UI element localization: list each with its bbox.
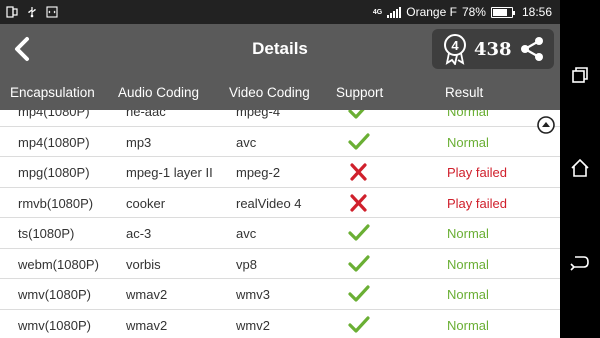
recents-button[interactable] bbox=[570, 65, 590, 85]
check-icon bbox=[348, 224, 370, 245]
share-button[interactable] bbox=[516, 33, 548, 65]
chevron-left-icon bbox=[15, 37, 29, 61]
video-coding-cell: avc bbox=[236, 134, 257, 150]
page-title: Details bbox=[252, 39, 308, 58]
result-cell: Play failed bbox=[447, 195, 507, 211]
nav-back-icon bbox=[570, 256, 589, 271]
score-value: 438 bbox=[474, 38, 512, 60]
battery-fill bbox=[492, 8, 507, 16]
audio-coding-cell: mpeg-1 layer II bbox=[126, 165, 213, 180]
check-icon bbox=[348, 315, 370, 337]
battery-percent: 78% bbox=[461, 5, 486, 19]
audio-coding-cell: mp3 bbox=[126, 134, 152, 150]
header-result: Result bbox=[445, 85, 484, 100]
code-icon bbox=[46, 6, 58, 18]
audio-coding-cell: wmav2 bbox=[126, 287, 168, 302]
usb-icon bbox=[28, 7, 36, 18]
header-support: Support bbox=[336, 85, 384, 100]
result-cell: Normal bbox=[447, 317, 489, 333]
audio-coding-cell: wmav2 bbox=[126, 317, 168, 333]
scroll-to-top-icon bbox=[537, 116, 555, 134]
carrier-name: Orange F bbox=[406, 5, 457, 19]
audio-coding-cell: ac-3 bbox=[126, 226, 152, 241]
results-table[interactable]: mp4(1080P) he-aac mpeg-4 Normal mp4(1080P) mp… bbox=[0, 110, 560, 338]
table-row[interactable]: webm(1080P) vorbis vp8 Normal bbox=[0, 249, 560, 279]
back-button[interactable] bbox=[2, 24, 42, 74]
score-badge[interactable]: 4 438 bbox=[432, 29, 554, 69]
battery-icon bbox=[490, 6, 515, 18]
app-bar: Details 4 438 bbox=[0, 24, 560, 74]
header-video-coding: Video Coding bbox=[229, 85, 310, 100]
video-coding-cell: vp8 bbox=[236, 256, 257, 272]
recents-icon bbox=[572, 67, 588, 83]
nav-back-button[interactable] bbox=[570, 252, 590, 272]
medal-icon: 4 bbox=[440, 33, 470, 65]
header-audio-coding: Audio Coding bbox=[118, 85, 200, 100]
result-cell: Play failed bbox=[447, 165, 507, 180]
navigation-bar bbox=[560, 0, 600, 338]
table-row[interactable]: mpg(1080P) mpeg-1 layer II mpeg-2 Play fail… bbox=[0, 157, 560, 188]
encapsulation-cell: mp4(1080P) bbox=[18, 134, 90, 150]
check-icon bbox=[348, 285, 370, 306]
encapsulation-cell: webm(1080P) bbox=[18, 256, 99, 272]
check-icon bbox=[348, 132, 370, 154]
encapsulation-cell: wmv(1080P) bbox=[18, 317, 91, 333]
video-coding-cell: avc bbox=[236, 226, 257, 241]
share-icon bbox=[521, 37, 543, 61]
cross-icon bbox=[348, 163, 370, 184]
home-icon bbox=[571, 158, 589, 177]
video-coding-cell: wmv2 bbox=[236, 317, 270, 333]
video-coding-cell: mpeg-4 bbox=[236, 110, 281, 119]
result-cell: Normal bbox=[447, 134, 489, 150]
table-row[interactable]: rmvb(1080P) cooker realVideo 4 Play failed bbox=[0, 188, 560, 218]
audio-coding-cell: cooker bbox=[126, 195, 166, 211]
status-bar: 4G Orange F 78% 18:56 bbox=[0, 0, 560, 24]
notification-icons bbox=[0, 6, 58, 18]
video-coding-cell: realVideo 4 bbox=[236, 195, 302, 211]
signal-icon bbox=[387, 6, 402, 18]
table-row[interactable]: wmv(1080P) wmav2 wmv2 Normal bbox=[0, 310, 560, 338]
video-coding-cell: wmv3 bbox=[236, 287, 270, 302]
cross-icon bbox=[348, 193, 370, 215]
result-cell: Normal bbox=[447, 110, 489, 119]
audio-coding-cell: vorbis bbox=[126, 256, 161, 272]
screen-mirror-icon bbox=[6, 6, 18, 18]
encapsulation-cell: ts(1080P) bbox=[18, 226, 75, 241]
network-type: 4G bbox=[372, 8, 383, 16]
scroll-to-top-button[interactable] bbox=[537, 116, 555, 134]
table-row[interactable]: wmv(1080P) wmav2 wmv3 Normal bbox=[0, 279, 560, 310]
check-icon bbox=[348, 254, 370, 276]
encapsulation-cell: rmvb(1080P) bbox=[18, 195, 94, 211]
table-row[interactable]: ts(1080P) ac-3 avc Normal bbox=[0, 218, 560, 249]
home-button[interactable] bbox=[570, 158, 590, 178]
result-cell: Normal bbox=[447, 256, 489, 272]
encapsulation-cell: mpg(1080P) bbox=[18, 165, 90, 180]
video-coding-cell: mpeg-2 bbox=[236, 165, 281, 180]
result-cell: Normal bbox=[447, 226, 489, 241]
table-header: Encapsulation Audio Coding Video Coding … bbox=[0, 74, 560, 110]
table-row[interactable]: mp4(1080P) he-aac mpeg-4 Normal bbox=[0, 110, 560, 127]
encapsulation-cell: mp4(1080P) bbox=[18, 110, 90, 119]
encapsulation-cell: wmv(1080P) bbox=[18, 287, 91, 302]
table-row[interactable]: mp4(1080P) mp3 avc Normal bbox=[0, 127, 560, 157]
result-cell: Normal bbox=[447, 287, 489, 302]
header-encapsulation: Encapsulation bbox=[10, 85, 95, 100]
audio-coding-cell: he-aac bbox=[126, 110, 166, 119]
clock: 18:56 bbox=[521, 5, 552, 19]
medal-number: 4 bbox=[451, 38, 459, 53]
check-icon bbox=[348, 110, 370, 123]
